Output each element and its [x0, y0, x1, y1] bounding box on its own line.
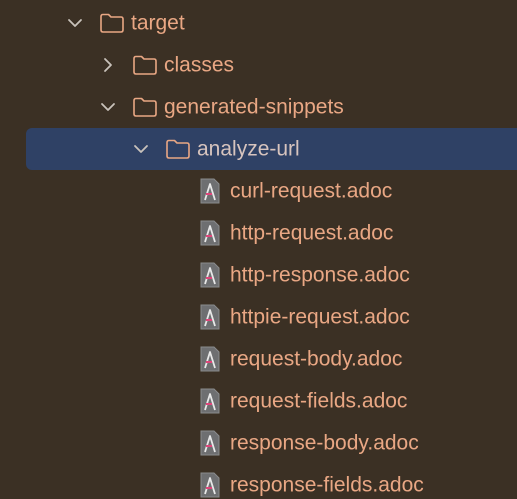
tree-node-classes[interactable]: classes: [0, 44, 517, 86]
tree-file-label: http-request.adoc: [230, 221, 394, 245]
folder-icon: [132, 96, 158, 118]
tree-file-label: request-fields.adoc: [230, 389, 408, 413]
tree-node-label: target: [131, 11, 185, 35]
folder-icon: [132, 54, 158, 76]
tree-node-label: classes: [164, 53, 235, 77]
tree-file-item[interactable]: http-response.adoc: [0, 254, 517, 296]
asciidoc-file-icon: [199, 261, 221, 289]
chevron-down-icon[interactable]: [132, 140, 150, 158]
tree-file-item[interactable]: http-request.adoc: [0, 212, 517, 254]
tree-file-label: response-body.adoc: [230, 431, 419, 455]
asciidoc-file-icon: [199, 177, 221, 205]
asciidoc-file-icon: [199, 345, 221, 373]
tree-file-label: httpie-request.adoc: [230, 305, 410, 329]
asciidoc-file-icon: [199, 219, 221, 247]
asciidoc-file-icon: [199, 303, 221, 331]
tree-file-item[interactable]: httpie-request.adoc: [0, 296, 517, 338]
tree-file-label: http-response.adoc: [230, 263, 410, 287]
tree-node-generated-snippets[interactable]: generated-snippets: [0, 86, 517, 128]
tree-node-label: analyze-url: [197, 137, 300, 161]
tree-file-item[interactable]: response-fields.adoc: [0, 464, 517, 499]
tree-node-target[interactable]: target: [0, 2, 517, 44]
chevron-down-icon[interactable]: [99, 98, 117, 116]
tree-node-analyze-url[interactable]: analyze-url: [26, 128, 517, 170]
tree-file-item[interactable]: request-body.adoc: [0, 338, 517, 380]
tree-file-item[interactable]: response-body.adoc: [0, 422, 517, 464]
tree-file-item[interactable]: curl-request.adoc: [0, 170, 517, 212]
asciidoc-file-icon: [199, 471, 221, 499]
chevron-right-icon[interactable]: [99, 56, 117, 74]
tree-node-label: generated-snippets: [164, 95, 344, 119]
project-tree: target classes generated-snippets analyz…: [0, 0, 517, 499]
chevron-down-icon[interactable]: [66, 14, 84, 32]
tree-file-label: request-body.adoc: [230, 347, 403, 371]
tree-file-item[interactable]: request-fields.adoc: [0, 380, 517, 422]
tree-file-label: response-fields.adoc: [230, 473, 424, 497]
tree-file-label: curl-request.adoc: [230, 179, 393, 203]
asciidoc-file-icon: [199, 429, 221, 457]
folder-icon: [165, 138, 191, 160]
asciidoc-file-icon: [199, 387, 221, 415]
folder-icon: [99, 12, 125, 34]
